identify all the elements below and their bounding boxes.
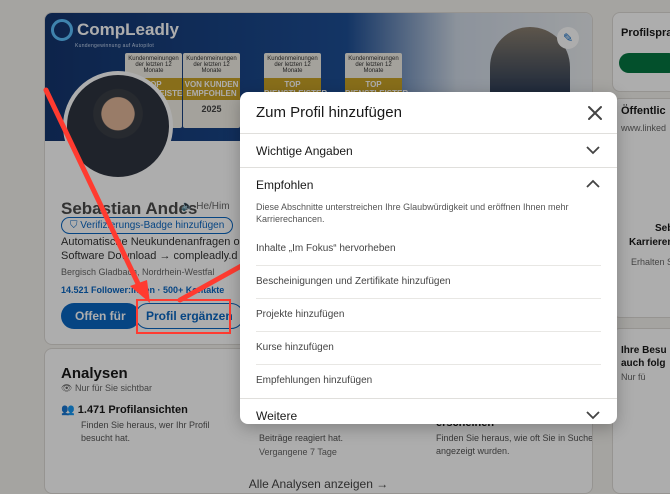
section-core-header[interactable]: Wichtige Angaben	[240, 134, 617, 167]
chevron-up-icon	[586, 179, 600, 188]
section-core-label: Wichtige Angaben	[256, 144, 353, 158]
item-label: Kurse hinzufügen	[256, 342, 334, 353]
modal-title: Zum Profil hinzufügen	[256, 104, 402, 121]
section-recommended-label: Empfohlen	[256, 178, 314, 192]
modal-header: Zum Profil hinzufügen	[240, 92, 617, 134]
section-recommended-header[interactable]: Empfohlen	[240, 168, 617, 201]
close-icon[interactable]	[583, 101, 607, 125]
add-projects-item[interactable]: Projekte hinzufügen	[256, 299, 601, 332]
section-core: Wichtige Angaben	[240, 134, 617, 168]
item-label: Inhalte „Im Fokus“ hervorheben	[256, 243, 396, 254]
section-recommended: Empfohlen Diese Abschnitte unterstreiche…	[240, 168, 617, 399]
item-label: Bescheinigungen und Zertifikate hinzufüg…	[256, 276, 451, 287]
item-label: Empfehlungen hinzufügen	[256, 375, 373, 386]
section-recommended-description: Diese Abschnitte unterstreichen Ihre Gla…	[256, 202, 569, 224]
section-more-label: Weitere	[256, 409, 298, 423]
chevron-down-icon	[586, 146, 600, 155]
chevron-down-icon	[586, 411, 600, 420]
add-certifications-item[interactable]: Bescheinigungen und Zertifikate hinzufüg…	[256, 266, 601, 299]
add-recommendations-item[interactable]: Empfehlungen hinzufügen	[256, 365, 601, 398]
section-more-header[interactable]: Weitere	[240, 399, 617, 424]
section-more: Weitere	[240, 399, 617, 424]
annotation-highlight-box	[136, 299, 231, 334]
add-featured-item[interactable]: Inhalte „Im Fokus“ hervorheben	[256, 233, 601, 266]
item-label: Projekte hinzufügen	[256, 309, 345, 320]
add-courses-item[interactable]: Kurse hinzufügen	[256, 332, 601, 365]
add-to-profile-modal: Zum Profil hinzufügen Wichtige Angaben E…	[240, 92, 617, 424]
